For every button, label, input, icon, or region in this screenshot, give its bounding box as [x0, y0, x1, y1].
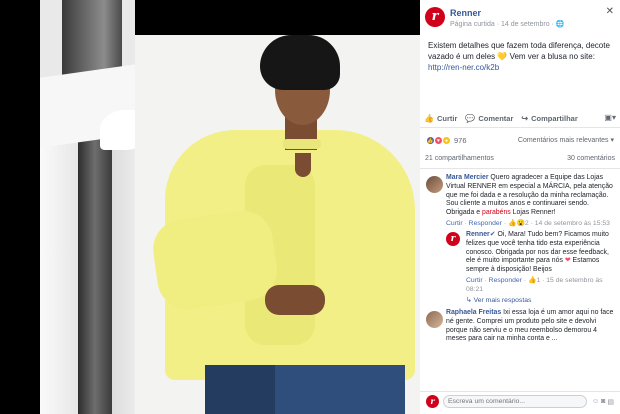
comment-input[interactable] [443, 395, 587, 408]
reply-item: r Renner✔ Oi, Mara! Tudo bem? Ficamos mu… [446, 231, 614, 294]
comment-body-end: Lojas Renner! [510, 209, 556, 217]
reply-like-link[interactable]: Curtir [466, 277, 483, 284]
reply-author[interactable]: Renner [466, 231, 490, 238]
post-counts: 21 compartilhamentos 30 comentários [420, 155, 620, 169]
more-options-icon[interactable]: ✕ [606, 6, 614, 17]
color-photo-panel [135, 35, 420, 414]
globe-icon: 🌐 [555, 21, 565, 28]
reply-meta: Curtir · Responder · 👍1 · 15 de setembro… [466, 276, 603, 293]
bw-photo-panel [40, 0, 135, 414]
share-label: Compartilhar [531, 114, 578, 123]
comment-text: Mara Mercier Quero agradecer a Equipe da… [446, 174, 614, 218]
bw-shirt-right [112, 140, 135, 414]
shares-count[interactable]: 21 compartilhamentos [425, 155, 494, 168]
comment-author[interactable]: Mara Mercier [446, 174, 489, 181]
thumbs-up-icon: 👍 [424, 114, 434, 123]
model-hair [260, 35, 340, 90]
page-avatar-icon: ▣ [604, 113, 612, 122]
comment-author[interactable]: Raphaela Freitas [446, 309, 501, 316]
bw-bow [100, 110, 135, 150]
comment-order-select[interactable]: Comentários mais relevantes ▾ [518, 136, 614, 144]
emoji-icon[interactable]: ☺ [592, 398, 599, 406]
comment-text: Raphaela Freitas Ixi essa loja é um amor… [446, 309, 614, 344]
model-arm [149, 207, 281, 313]
camera-icon[interactable]: ◙ [601, 398, 605, 406]
comment-reactions-icon[interactable]: 👍😮 [508, 220, 525, 227]
post-link[interactable]: http://ren-ner.co/k2b [428, 62, 612, 73]
post-as-selector[interactable]: ▣▾ [604, 113, 616, 122]
chevron-down-icon: ▾ [611, 113, 616, 122]
post-text: Existem detalhes que fazem toda diferenç… [420, 34, 620, 78]
comment-icon: 💬 [465, 114, 476, 123]
page-name[interactable]: Renner [450, 8, 481, 18]
jeans-shadow [205, 365, 275, 414]
comment-label: Comentar [478, 114, 514, 123]
comment-button[interactable]: 💬 Comentar [465, 114, 513, 123]
reply-text: Renner✔ Oi, Mara! Tudo bem? Ficamos muit… [466, 231, 614, 275]
page-meta-text: Página curtida · 14 de setembro · [450, 21, 556, 28]
renner-avatar[interactable]: r [446, 231, 460, 246]
comment-like-link[interactable]: Curtir [446, 220, 463, 227]
reaction-count[interactable]: 976 [454, 136, 467, 145]
comment-item: Raphaela Freitas Ixi essa loja é um amor… [420, 309, 620, 344]
like-button[interactable]: 👍 Curtir [424, 114, 457, 123]
comment-highlight: parabéns [482, 209, 511, 217]
reply-reply-link[interactable]: Responder [489, 277, 522, 284]
composer-avatar: r [426, 395, 439, 408]
blouse-choker [283, 139, 321, 149]
composer-icons: ☺ ◙ ▤ [590, 398, 614, 406]
blouse-keyhole [295, 153, 311, 177]
reply-reactions-count[interactable]: 1 [536, 277, 540, 284]
post-actions: 👍 Curtir 💬 Comentar ↪ Compartilhar ▣▾ [420, 110, 620, 128]
share-button[interactable]: ↪ Compartilhar [521, 114, 577, 123]
comment-item: Mara Mercier Quero agradecer a Equipe da… [420, 174, 620, 304]
post-text-after: Vem ver a blusa no site: [507, 52, 595, 61]
bw-open-back [78, 110, 112, 414]
yellow-heart-icon: 💛 [497, 52, 508, 61]
post-header: r Renner Página curtida · 14 de setembro… [420, 0, 620, 34]
comments-list: Mara Mercier Quero agradecer a Equipe da… [420, 174, 620, 344]
page-meta: Página curtida · 14 de setembro · 🌐 [450, 20, 565, 28]
bw-shirt-left [40, 140, 80, 414]
more-replies-link[interactable]: ↳ Ver mais respostas [466, 296, 614, 304]
like-label: Curtir [436, 114, 458, 123]
avatar[interactable] [426, 176, 443, 193]
wow-reaction-icon: ● [442, 135, 451, 145]
comment-date[interactable]: 14 de setembro às 15:53 [535, 220, 610, 227]
comment-meta: Curtir · Responder · 👍😮2 · 14 de setembr… [446, 219, 610, 227]
reactions-bar[interactable]: 👍 ♥ ● 976 Comentários mais relevantes ▾ [420, 133, 620, 147]
comment-composer: r ☺ ◙ ▤ [420, 391, 620, 411]
comment-reply-link[interactable]: Responder [469, 220, 502, 227]
model-hand [265, 285, 325, 315]
post-photo[interactable] [0, 0, 420, 414]
gif-icon[interactable]: ▤ [607, 398, 614, 406]
avatar[interactable] [426, 310, 443, 328]
comment-reactions-count[interactable]: 2 [525, 220, 529, 227]
comments-count[interactable]: 30 comentários [567, 155, 615, 168]
share-icon: ↪ [521, 114, 529, 123]
post-sidebar: r Renner Página curtida · 14 de setembro… [420, 0, 620, 414]
renner-logo[interactable]: r [425, 7, 445, 27]
